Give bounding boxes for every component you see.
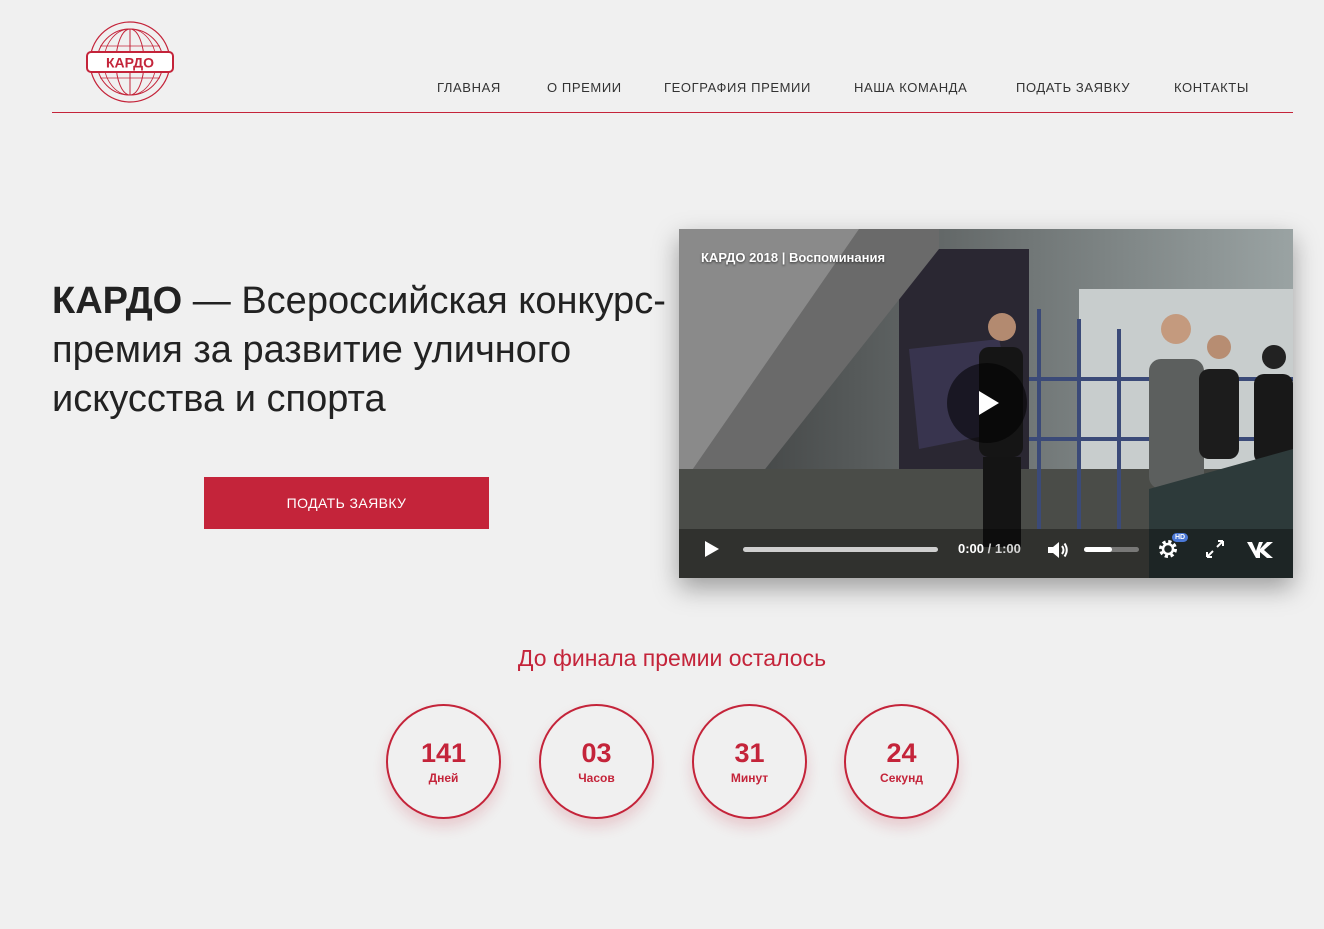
big-play-button[interactable] — [947, 363, 1027, 443]
video-title: КАРДО 2018 | Воспоминания — [701, 250, 886, 265]
nav-item-contacts[interactable]: КОНТАКТЫ — [1174, 80, 1249, 95]
play-icon[interactable] — [703, 539, 721, 559]
days-label: Дней — [428, 771, 459, 785]
video-progress-bar[interactable] — [743, 547, 938, 552]
minutes-label: Минут — [730, 771, 769, 785]
nav-item-team[interactable]: НАША КОМАНДА — [854, 80, 967, 95]
nav-item-home[interactable]: ГЛАВНАЯ — [437, 80, 501, 95]
countdown-title: До финала премии осталось — [517, 645, 827, 671]
countdown-seconds: 24 Секунд — [844, 704, 959, 819]
hd-badge: HD — [1172, 533, 1189, 542]
apply-button[interactable]: ПОДАТЬ ЗАЯВКУ — [204, 477, 489, 529]
header-divider — [52, 112, 1293, 113]
volume-slider[interactable] — [1084, 547, 1139, 552]
countdown-days: 141 Дней — [386, 704, 501, 819]
seconds-value: 24 — [886, 738, 917, 768]
hours-value: 03 — [581, 738, 612, 768]
seconds-label: Секунд — [880, 771, 923, 785]
page: КАРДО ГЛАВНАЯ О ПРЕМИИ ГЕОГРАФИЯ ПРЕМИИ … — [0, 0, 1324, 929]
play-icon — [979, 391, 999, 415]
fullscreen-icon[interactable] — [1204, 538, 1226, 560]
hero-title-brand: КАРДО — [52, 280, 183, 322]
logo-text: КАРДО — [106, 55, 154, 71]
hero-title: КАРДО — Всероссийская конкурс-премия за … — [52, 277, 672, 424]
current-time: 0:00 — [958, 541, 985, 556]
main-nav: ГЛАВНАЯ О ПРЕМИИ ГЕОГРАФИЯ ПРЕМИИ НАША К… — [0, 80, 1324, 100]
days-value: 141 — [420, 738, 467, 768]
time-separator: / — [984, 541, 995, 556]
volume-icon[interactable] — [1046, 539, 1070, 561]
countdown-minutes: 31 Минут — [692, 704, 807, 819]
video-time: 0:00 / 1:00 — [958, 541, 1021, 556]
nav-item-apply[interactable]: ПОДАТЬ ЗАЯВКУ — [1016, 80, 1130, 95]
hours-label: Часов — [578, 771, 615, 785]
duration: 1:00 — [994, 541, 1021, 556]
nav-item-geography[interactable]: ГЕОГРАФИЯ ПРЕМИИ — [664, 80, 811, 95]
nav-item-about[interactable]: О ПРЕМИИ — [547, 80, 622, 95]
video-controls: 0:00 / 1:00 HD — [679, 526, 1293, 578]
video-player[interactable]: КАРДО 2018 | Воспоминания 0:00 / 1:00 HD — [679, 229, 1293, 578]
volume-level — [1084, 547, 1112, 552]
minutes-value: 31 — [734, 738, 765, 768]
vk-icon[interactable] — [1245, 538, 1275, 560]
countdown-hours: 03 Часов — [539, 704, 654, 819]
